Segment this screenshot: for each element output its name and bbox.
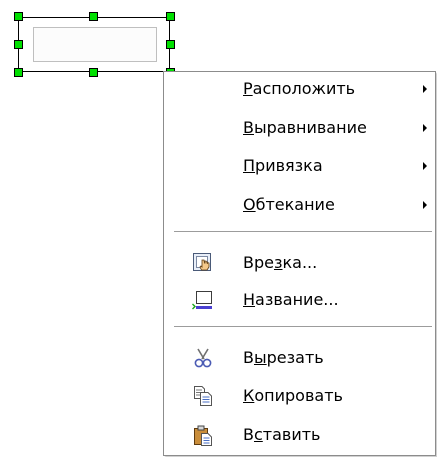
resize-handle-bottom-center[interactable] (89, 68, 98, 77)
context-menu: Расположить Выравнивание Привязка Обтека… (163, 71, 436, 456)
menu-item-anchor[interactable]: Привязка (164, 151, 435, 181)
submenu-arrow-icon (423, 85, 427, 93)
menu-item-paste[interactable]: Вставить (164, 420, 435, 450)
resize-handle-middle-right[interactable] (166, 40, 175, 49)
menu-item-caption[interactable]: Название... (164, 285, 435, 315)
submenu-arrow-icon (423, 162, 427, 170)
menu-item-label: Вырезать (243, 348, 324, 367)
submenu-arrow-icon (423, 201, 427, 209)
resize-handle-middle-left[interactable] (14, 40, 23, 49)
resize-handle-top-right[interactable] (166, 12, 175, 21)
menu-item-frame[interactable]: Врезка... (164, 248, 435, 278)
resize-handle-bottom-left[interactable] (14, 68, 23, 77)
menu-item-label: Название... (243, 290, 339, 309)
paste-icon (192, 424, 214, 446)
menu-item-arrange[interactable]: Расположить (164, 74, 435, 104)
resize-handle-top-center[interactable] (89, 12, 98, 21)
caption-icon (192, 289, 214, 311)
menu-item-label: Врезка... (243, 253, 318, 272)
frame-hand-icon (192, 252, 214, 274)
menu-item-label: Расположить (243, 79, 356, 98)
menu-item-cut[interactable]: Вырезать (164, 343, 435, 373)
menu-item-label: Вставить (243, 425, 321, 444)
copy-icon (192, 385, 214, 407)
menu-separator (174, 326, 432, 327)
menu-item-alignment[interactable]: Выравнивание (164, 113, 435, 143)
menu-separator (174, 231, 432, 232)
menu-item-label: Привязка (243, 156, 323, 175)
scissors-icon (192, 347, 214, 369)
menu-item-copy[interactable]: Копировать (164, 381, 435, 411)
menu-item-wrap[interactable]: Обтекание (164, 190, 435, 220)
menu-item-label: Обтекание (243, 195, 335, 214)
document-canvas[interactable]: Расположить Выравнивание Привязка Обтека… (0, 0, 437, 457)
menu-item-label: Выравнивание (243, 118, 367, 137)
resize-handle-top-left[interactable] (14, 12, 23, 21)
menu-item-label: Копировать (243, 386, 343, 405)
submenu-arrow-icon (423, 124, 427, 132)
frame-content-field[interactable] (33, 27, 157, 62)
